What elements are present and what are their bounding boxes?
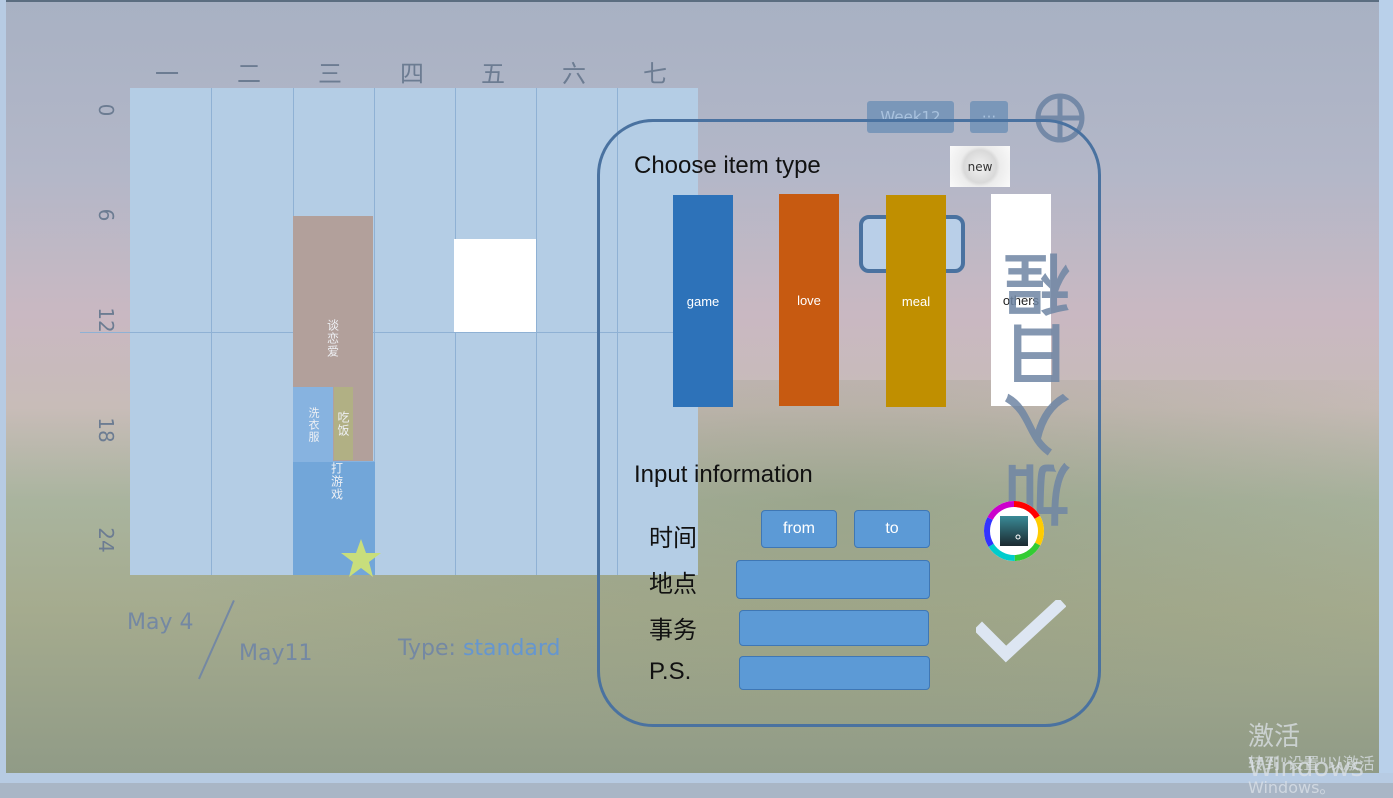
event-selection[interactable]	[454, 239, 536, 332]
window-left-border	[0, 0, 6, 783]
side-caption: 加入日程	[1004, 248, 1081, 528]
window-bottom-border	[0, 773, 1393, 783]
date-end: May11	[239, 641, 313, 666]
day-header-4: 四	[400, 60, 424, 88]
color-picker-icon[interactable]	[980, 497, 1048, 565]
day-header-5: 五	[481, 60, 505, 88]
new-type-button[interactable]: new	[950, 146, 1010, 187]
confirm-check-icon[interactable]	[976, 600, 1066, 664]
event-love-label: 谈恋爱	[325, 319, 340, 358]
window-top-border	[0, 0, 1393, 2]
event-wash-label: 洗衣服	[307, 406, 320, 443]
ps-input[interactable]	[739, 656, 930, 690]
event-meal[interactable]: 吃饭	[334, 387, 353, 460]
choose-type-title: Choose item type	[634, 152, 821, 179]
hour-label-0: 0	[94, 103, 118, 117]
event-meal-label: 吃饭	[336, 410, 350, 437]
event-game-label: 打游戏	[329, 462, 344, 501]
type-meal-button[interactable]: meal	[886, 195, 946, 407]
activation-watermark-hint: 转到"设置"以激活 Windows。	[1248, 754, 1375, 797]
ps-label: P.S.	[649, 658, 692, 685]
from-button[interactable]: from	[761, 510, 837, 548]
type-value: standard	[462, 636, 561, 661]
day-header-6: 六	[562, 60, 586, 88]
type-label: Type:	[398, 636, 463, 661]
day-header-7: 七	[643, 60, 667, 88]
time-label: 时间	[649, 524, 697, 552]
day-header-3: 三	[318, 60, 342, 88]
input-info-title: Input information	[634, 461, 813, 488]
day-header-1: 一	[155, 60, 179, 88]
affair-input[interactable]	[739, 610, 929, 646]
day-header-2: 二	[237, 60, 261, 88]
type-indicator: Type: standard	[398, 636, 561, 661]
type-love-button[interactable]: love	[779, 194, 839, 406]
hour-label-12: 12	[94, 307, 118, 333]
place-label: 地点	[649, 570, 697, 598]
type-game-button[interactable]: game	[673, 195, 733, 407]
hour-label-18: 18	[94, 417, 118, 443]
date-start: May 4	[127, 610, 194, 635]
to-button[interactable]: to	[854, 510, 930, 548]
star-icon[interactable]	[340, 538, 382, 578]
place-input[interactable]	[736, 560, 930, 599]
hour-label-24: 24	[94, 527, 118, 553]
affair-label: 事务	[649, 616, 697, 644]
window-right-border	[1379, 0, 1393, 783]
hour-label-6: 6	[94, 208, 118, 222]
event-wash[interactable]: 洗衣服	[293, 387, 333, 462]
